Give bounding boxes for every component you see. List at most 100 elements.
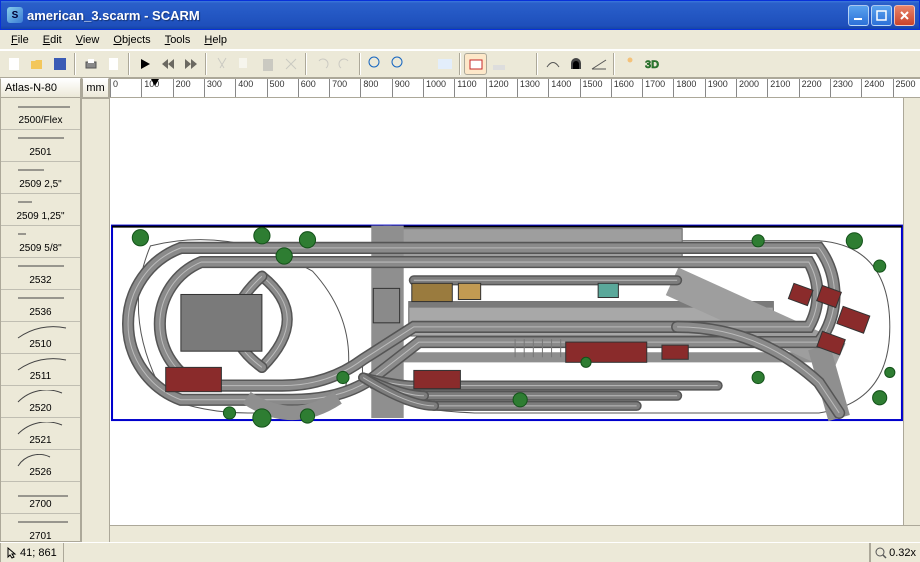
ruler-tick: 400 — [235, 79, 236, 97]
track-shape-icon — [16, 518, 66, 530]
bridge-icon[interactable] — [541, 53, 564, 75]
view3d-icon[interactable]: 3D — [641, 53, 664, 75]
redo-icon[interactable] — [333, 53, 356, 75]
menu-file[interactable]: File — [4, 32, 36, 48]
ruler-tick: 2500 — [893, 79, 894, 97]
ruler-tick: 2100 — [767, 79, 768, 97]
open-icon[interactable] — [25, 53, 48, 75]
height-icon[interactable] — [487, 53, 510, 75]
vertical-scrollbar[interactable] — [903, 98, 920, 525]
maximize-button[interactable] — [871, 5, 892, 26]
library-list: 2500/Flex 2501 2509 2,5" 2509 1,25" 2509 5/8… — [0, 98, 81, 542]
library-item-label: 2509 5/8" — [19, 243, 61, 254]
cursor-icon — [7, 547, 17, 559]
library-item-label: 2536 — [29, 307, 51, 318]
menu-objects[interactable]: Objects — [106, 32, 157, 48]
library-item-label: 2500/Flex — [19, 115, 63, 126]
new-icon[interactable] — [2, 53, 25, 75]
track-shape-icon — [16, 390, 66, 402]
minimize-button[interactable] — [848, 5, 869, 26]
ruler-tick: 1400 — [548, 79, 549, 97]
print-icon[interactable] — [79, 53, 102, 75]
library-item[interactable]: 2526 — [1, 450, 80, 482]
track-shape-icon — [16, 166, 66, 178]
zoom-out-icon[interactable] — [387, 53, 410, 75]
fastforward-icon[interactable] — [179, 53, 202, 75]
window-title: american_3.scarm - SCARM — [27, 8, 848, 23]
undo-icon[interactable] — [310, 53, 333, 75]
zoom-in-icon[interactable] — [364, 53, 387, 75]
layout-drawing — [110, 98, 903, 525]
library-item[interactable]: 2510 — [1, 322, 80, 354]
status-zoom[interactable]: 0.32x — [870, 543, 920, 562]
start-icon[interactable] — [133, 53, 156, 75]
library-item[interactable]: 2536 — [1, 290, 80, 322]
track-shape-icon — [16, 230, 66, 242]
vertical-ruler: -400-300-200-100010020030040050060070080… — [82, 98, 109, 99]
ruler-tick: 1100 — [454, 79, 455, 97]
ruler-tick: 2300 — [830, 79, 831, 97]
close-button[interactable] — [894, 5, 915, 26]
status-coords: 41; 861 — [0, 543, 64, 562]
cut-icon[interactable] — [210, 53, 233, 75]
track-shape-icon — [16, 262, 66, 274]
library-item[interactable]: 2509 2,5" — [1, 162, 80, 194]
library-item-label: 2521 — [29, 435, 51, 446]
toolbar-separator — [128, 53, 130, 75]
toolbar-separator — [459, 53, 461, 75]
slope-icon[interactable] — [587, 53, 610, 75]
ruler-tick: 600 — [298, 79, 299, 97]
delete-icon[interactable] — [279, 53, 302, 75]
canvas-column: 0100200300400500600700800900100011001200… — [110, 78, 920, 542]
library-item[interactable]: 2509 1,25" — [1, 194, 80, 226]
toolbar-separator — [305, 53, 307, 75]
preview-icon[interactable] — [102, 53, 125, 75]
toolbar: 1:1 3D — [0, 50, 920, 78]
horizontal-scrollbar[interactable] — [110, 525, 920, 542]
rewind-icon[interactable] — [156, 53, 179, 75]
menu-view[interactable]: View — [69, 32, 107, 48]
menu-help[interactable]: Help — [197, 32, 234, 48]
ruler-tick: 0 — [110, 79, 111, 97]
ruler-tick: 1300 — [517, 79, 518, 97]
window-buttons — [848, 5, 915, 26]
measure-icon[interactable] — [510, 53, 533, 75]
menu-edit[interactable]: Edit — [36, 32, 69, 48]
baseboard-icon[interactable] — [464, 53, 487, 75]
track-shape-icon — [16, 326, 66, 338]
library-column: Atlas-N-80 2500/Flex 2501 2509 2,5" 2509 1,… — [0, 78, 82, 542]
library-item-label: 2501 — [29, 147, 51, 158]
paste-icon[interactable] — [256, 53, 279, 75]
copy-icon[interactable] — [233, 53, 256, 75]
unit-switch[interactable]: mm — [82, 78, 109, 98]
library-item[interactable]: 2509 5/8" — [1, 226, 80, 258]
library-item[interactable]: 2532 — [1, 258, 80, 290]
ruler-tick: 1700 — [642, 79, 643, 97]
horizontal-ruler: 0100200300400500600700800900100011001200… — [110, 78, 920, 98]
menu-tools[interactable]: Tools — [158, 32, 198, 48]
unit-column: mm -400-300-200-100010020030040050060070… — [82, 78, 110, 542]
save-icon[interactable] — [48, 53, 71, 75]
tunnel-icon[interactable] — [564, 53, 587, 75]
library-item[interactable]: 2700 — [1, 482, 80, 514]
fit-icon[interactable] — [410, 53, 433, 75]
library-item[interactable]: 2500/Flex — [1, 98, 80, 130]
library-item[interactable]: 2511 — [1, 354, 80, 386]
library-item[interactable]: 2521 — [1, 418, 80, 450]
toolbar-separator — [536, 53, 538, 75]
track-shape-icon — [16, 358, 66, 370]
library-item[interactable]: 2701 — [1, 514, 80, 542]
library-header[interactable]: Atlas-N-80 — [0, 78, 81, 98]
library-item[interactable]: 2520 — [1, 386, 80, 418]
ruler-tick: 1500 — [580, 79, 581, 97]
library-item-label: 2509 2,5" — [19, 179, 61, 190]
ruler-tick: 1000 — [423, 79, 424, 97]
figure-icon[interactable] — [618, 53, 641, 75]
canvas[interactable] — [110, 98, 903, 525]
ruler-tick: 300 — [204, 79, 205, 97]
ruler-tick: 2000 — [736, 79, 737, 97]
statusbar: 41; 861 0.32x — [0, 542, 920, 562]
one-to-one-icon[interactable]: 1:1 — [433, 53, 456, 75]
zoom-icon — [875, 547, 887, 559]
library-item[interactable]: 2501 — [1, 130, 80, 162]
